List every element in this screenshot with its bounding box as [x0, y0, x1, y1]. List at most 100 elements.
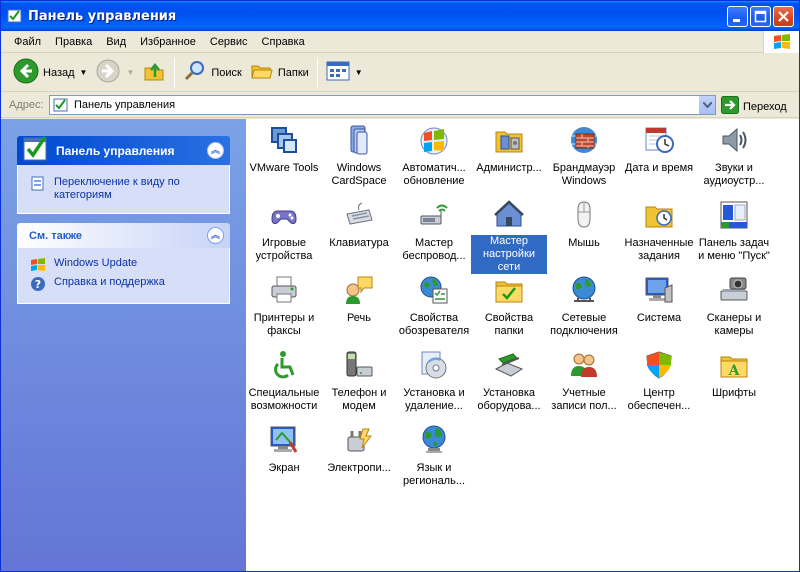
control-panel-item-label: Панель задач и меню "Пуск": [698, 237, 770, 262]
control-panel-item[interactable]: Установка и удаление...: [396, 346, 472, 418]
control-panel-item[interactable]: Центр обеспечен...: [621, 346, 697, 418]
task-box-title: Панель управления: [56, 143, 175, 158]
go-arrow-icon: [721, 96, 739, 117]
phone-modem-icon: [342, 348, 376, 382]
views-dropdown-icon[interactable]: ▼: [355, 68, 363, 77]
control-panel-item[interactable]: Дата и время: [621, 121, 697, 193]
control-panel-item[interactable]: Принтеры и факсы: [246, 271, 322, 343]
add-hardware-icon: [492, 348, 526, 382]
control-panel-item[interactable]: Сканеры и камеры: [696, 271, 772, 343]
see-also-header[interactable]: См. также ︽: [17, 223, 230, 248]
control-panel-item-label: Брандмауэр Windows: [552, 162, 616, 187]
control-panel-item[interactable]: Звуки и аудиоустр...: [696, 121, 772, 193]
control-panel-item[interactable]: Речь: [321, 271, 397, 343]
control-panel-icon: [7, 8, 23, 24]
switch-category-view-link[interactable]: Переключение к виду по категориям: [30, 176, 219, 202]
control-panel-item[interactable]: Брандмауэр Windows: [546, 121, 622, 193]
control-panel-item-label: Сетевые подключения: [550, 312, 618, 337]
collapse-chevron-icon[interactable]: ︽: [207, 142, 224, 159]
up-folder-button[interactable]: [138, 57, 170, 89]
windows-update-link[interactable]: Windows Update: [30, 257, 219, 273]
control-panel-item[interactable]: Автоматич... обновление: [396, 121, 472, 193]
task-box-body: Переключение к виду по категориям: [17, 165, 230, 214]
icon-view: VMware Tools Windows CardSpace Автоматич..…: [246, 119, 799, 571]
control-panel-item[interactable]: Система: [621, 271, 697, 343]
control-panel-item[interactable]: Сетевые подключения: [546, 271, 622, 343]
control-panel-item-label: Автоматич... обновление: [402, 162, 466, 187]
go-button[interactable]: Переход: [721, 96, 787, 117]
menu-view[interactable]: Вид: [99, 33, 133, 51]
control-panel-item[interactable]: Клавиатура: [321, 196, 397, 268]
see-also-title: См. также: [29, 229, 82, 242]
address-value: Панель управления: [74, 99, 176, 111]
control-panel-item[interactable]: Назначенные задания: [621, 196, 697, 268]
control-panel-item[interactable]: Панель задач и меню "Пуск": [696, 196, 772, 268]
scanners-cameras-icon: [717, 273, 751, 307]
control-panel-item[interactable]: Мастер настройки сети: [471, 196, 547, 274]
control-panel-item-label: Специальные возможности: [248, 387, 320, 412]
speech-icon: [342, 273, 376, 307]
title-bar[interactable]: Панель управления: [1, 1, 799, 31]
system-icon: [642, 273, 676, 307]
control-panel-item-label: Мастер беспровод...: [402, 237, 466, 262]
control-panel-item[interactable]: Мышь: [546, 196, 622, 268]
add-remove-programs-icon: [417, 348, 451, 382]
maximize-button[interactable]: [750, 6, 771, 27]
maximize-icon: [751, 7, 770, 26]
control-panel-item[interactable]: Специальные возможности: [246, 346, 322, 418]
control-panel-item-label: Язык и региональ...: [402, 462, 466, 487]
menu-favorites[interactable]: Избранное: [133, 33, 203, 51]
control-panel-item[interactable]: Экран: [246, 421, 322, 493]
date-time-icon: [642, 123, 676, 157]
close-button[interactable]: [773, 6, 794, 27]
back-button[interactable]: Назад ▼: [9, 57, 91, 89]
control-panel-item[interactable]: Windows CardSpace: [321, 121, 397, 193]
minimize-button[interactable]: [727, 6, 748, 27]
control-panel-item[interactable]: Мастер беспровод...: [396, 196, 472, 268]
folders-button[interactable]: Папки: [246, 57, 313, 89]
category-view-icon: [30, 176, 46, 192]
user-accounts-icon: [567, 348, 601, 382]
search-button[interactable]: Поиск: [179, 57, 245, 89]
menu-edit[interactable]: Правка: [48, 33, 99, 51]
control-panel-item-label: Телефон и модем: [331, 387, 387, 412]
vmware-icon: [267, 123, 301, 157]
collapse-chevron-icon[interactable]: ︽: [207, 227, 224, 244]
help-icon: ?: [30, 276, 46, 292]
toolbar: Назад ▼ ▼ Поиск Папки ▼: [1, 54, 799, 92]
address-dropdown-button[interactable]: [698, 96, 715, 114]
control-panel-item[interactable]: A Шрифты: [696, 346, 772, 418]
control-panel-item[interactable]: Администр...: [471, 121, 547, 193]
control-panel-item-label: Свойства папки: [484, 312, 534, 337]
menu-help[interactable]: Справка: [255, 33, 312, 51]
fonts-icon: A: [717, 348, 751, 382]
chevron-down-icon: [701, 99, 713, 111]
back-dropdown-icon[interactable]: ▼: [80, 68, 88, 77]
control-panel-item-label: Установка и удаление...: [403, 387, 465, 412]
control-panel-item[interactable]: Электропи...: [321, 421, 397, 493]
menu-tools[interactable]: Сервис: [203, 33, 255, 51]
control-panel-item[interactable]: Установка оборудова...: [471, 346, 547, 418]
scheduled-tasks-icon: [642, 198, 676, 232]
internet-options-icon: [417, 273, 451, 307]
control-panel-item[interactable]: Телефон и модем: [321, 346, 397, 418]
help-support-link[interactable]: ? Справка и поддержка: [30, 276, 219, 292]
toolbar-separator: [316, 57, 318, 88]
control-panel-item-label: Дата и время: [624, 162, 694, 174]
forward-button[interactable]: ▼: [91, 57, 138, 89]
see-also-body: Windows Update ? Справка и поддержка: [17, 248, 230, 304]
control-panel-item[interactable]: VMware Tools: [246, 121, 322, 193]
menu-file[interactable]: Файл: [7, 33, 48, 51]
views-button[interactable]: ▼: [322, 57, 367, 89]
control-panel-item[interactable]: Учетные записи пол...: [546, 346, 622, 418]
control-panel-item[interactable]: Игровые устройства: [246, 196, 322, 268]
control-panel-item-label: VMware Tools: [249, 162, 319, 174]
task-box-header[interactable]: Панель управления ︽: [17, 135, 230, 165]
power-options-icon: [342, 423, 376, 457]
control-panel-item-label: Клавиатура: [329, 237, 389, 249]
control-panel-item[interactable]: Свойства обозревателя: [396, 271, 472, 343]
keyboard-icon: [342, 198, 376, 232]
address-field[interactable]: Панель управления: [49, 95, 716, 115]
control-panel-item[interactable]: Свойства папки: [471, 271, 547, 343]
control-panel-item[interactable]: Язык и региональ...: [396, 421, 472, 493]
